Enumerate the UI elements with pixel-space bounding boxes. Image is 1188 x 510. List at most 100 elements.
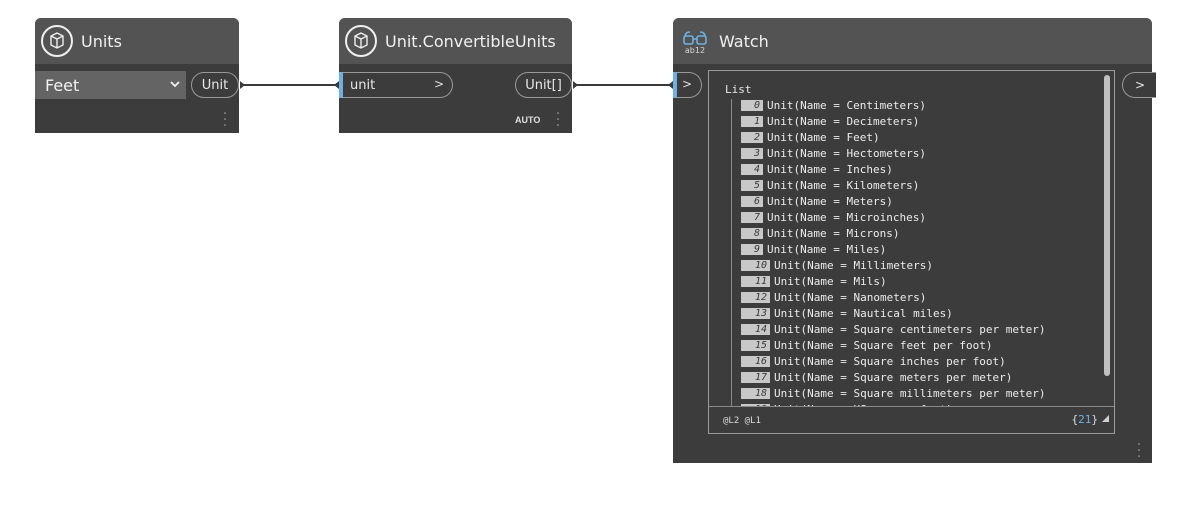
watch-footer: @L2 @L1 {21} xyxy=(709,406,1114,433)
list-item-value: Unit(Name = Square centimeters per meter… xyxy=(774,322,1046,336)
node-title: Watch xyxy=(719,31,769,51)
list-item-value: Unit(Name = Hectometers) xyxy=(767,146,926,160)
port-accent xyxy=(339,72,343,98)
units-node[interactable]: Units Feet Unit · · · xyxy=(35,18,239,133)
list-item-value: Unit(Name = Decimeters) xyxy=(767,114,920,128)
list-item-index: 13 xyxy=(741,307,770,319)
list-item-value: Unit(Name = Nautical miles) xyxy=(774,306,953,320)
list-item-value: Unit(Name = Feet) xyxy=(767,130,880,144)
list-item-value: Unit(Name = Centimeters) xyxy=(767,98,926,112)
list-item-index: 6 xyxy=(741,195,763,207)
list-item-value: Unit(Name = Mils) xyxy=(774,274,887,288)
list-guide-line xyxy=(731,99,732,406)
list-item[interactable]: 0 Unit(Name = Centimeters) xyxy=(741,97,1046,113)
list-item[interactable]: 9 Unit(Name = Miles) xyxy=(741,241,1046,257)
lacing-label[interactable]: AUTO xyxy=(515,115,540,125)
output-port-unit[interactable]: Unit xyxy=(191,72,239,98)
list-item-value: Unit(Name = Microinches) xyxy=(767,210,926,224)
input-port-watch[interactable]: > xyxy=(673,72,702,98)
list-item[interactable]: 1 Unit(Name = Decimeters) xyxy=(741,113,1046,129)
port-arrow: > xyxy=(681,77,692,91)
unit-dropdown[interactable]: Feet xyxy=(35,71,186,99)
list-item[interactable]: 8 Unit(Name = Microns) xyxy=(741,225,1046,241)
list-item-index: 7 xyxy=(741,211,763,223)
list-item-index: 10 xyxy=(741,259,770,271)
list-item-value: Unit(Name = Square inches per foot) xyxy=(774,354,1006,368)
watch-glasses-icon: ab12 xyxy=(678,24,712,58)
list-item-index: 12 xyxy=(741,291,770,303)
vertical-ellipsis-icon[interactable]: · · · xyxy=(222,107,228,133)
watch-node-header[interactable]: ab12 Watch xyxy=(673,18,1152,64)
list-item-index: 5 xyxy=(741,179,763,191)
list-item-index: 1 xyxy=(741,115,763,127)
chevron-down-icon xyxy=(170,81,180,88)
output-port-unit-list[interactable]: Unit[] xyxy=(515,72,572,98)
node-cube-icon xyxy=(344,24,378,58)
list-item-index: 0 xyxy=(741,99,763,111)
dropdown-value: Feet xyxy=(45,75,80,95)
watch-node[interactable]: ab12 Watch > > List 0 Unit(Name = Centime… xyxy=(673,18,1156,464)
list-item[interactable]: 3 Unit(Name = Hectometers) xyxy=(741,145,1046,161)
node-title: Unit.ConvertibleUnits xyxy=(385,31,556,51)
list-item-value: Unit(Name = Square feet per foot) xyxy=(774,338,993,352)
units-node-header[interactable]: Units xyxy=(35,18,239,64)
list-item[interactable]: 13 Unit(Name = Nautical miles) xyxy=(741,305,1046,321)
port-label: Unit xyxy=(201,77,229,93)
vertical-ellipsis-icon[interactable]: · · · xyxy=(555,107,561,133)
list-levels[interactable]: @L2 @L1 xyxy=(723,416,761,426)
port-arrow: > xyxy=(1135,78,1146,92)
list-item[interactable]: 17 Unit(Name = Square meters per meter) xyxy=(741,369,1046,385)
list-item[interactable]: 12 Unit(Name = Nanometers) xyxy=(741,289,1046,305)
list-item-value: Unit(Name = Microns) xyxy=(767,226,900,240)
list-item-index: 9 xyxy=(741,243,763,255)
list-item[interactable]: 11 Unit(Name = Mils) xyxy=(741,273,1046,289)
convertible-units-node[interactable]: Unit.ConvertibleUnits unit > Unit[] AUTO… xyxy=(339,18,572,133)
list-item-value: Unit(Name = Inches) xyxy=(767,162,893,176)
list-item[interactable]: 14 Unit(Name = Square centimeters per met… xyxy=(741,321,1046,337)
watch-icon-text: ab12 xyxy=(685,46,705,55)
item-count: {21} xyxy=(1072,413,1099,426)
resize-grip-icon[interactable] xyxy=(1102,415,1109,422)
watch-list[interactable]: List 0 Unit(Name = Centimeters) 1 Unit(Name… xyxy=(709,71,1114,406)
vertical-ellipsis-icon[interactable]: · · · xyxy=(1136,438,1142,464)
watch-preview-panel[interactable]: List 0 Unit(Name = Centimeters) 1 Unit(Name… xyxy=(708,70,1115,434)
list-item-index: 4 xyxy=(741,163,763,175)
wire-start-cap xyxy=(240,81,245,89)
list-items: 0 Unit(Name = Centimeters) 1 Unit(Name = De… xyxy=(741,97,1046,406)
output-port-watch[interactable]: > xyxy=(1122,72,1156,98)
input-port-unit[interactable]: unit > xyxy=(339,72,453,98)
convertible-node-header[interactable]: Unit.ConvertibleUnits xyxy=(339,18,572,64)
list-item-index: 18 xyxy=(741,387,770,399)
list-item-index: 2 xyxy=(741,131,763,143)
list-item[interactable]: 7 Unit(Name = Microinches) xyxy=(741,209,1046,225)
list-item[interactable]: 16 Unit(Name = Square inches per foot) xyxy=(741,353,1046,369)
list-title: List xyxy=(725,83,752,96)
count-brace: } xyxy=(1091,413,1098,426)
list-item[interactable]: 18 Unit(Name = Square millimeters per met… xyxy=(741,385,1046,401)
list-item-index: 17 xyxy=(741,371,770,383)
wire-start-cap xyxy=(573,81,578,89)
list-item-index: 14 xyxy=(741,323,770,335)
node-cube-icon xyxy=(40,24,74,58)
node-title: Units xyxy=(81,31,122,51)
list-item-value: Unit(Name = Millimeters) xyxy=(774,258,933,272)
list-item-value: Unit(Name = Nanometers) xyxy=(774,290,927,304)
port-label: unit xyxy=(350,77,376,93)
port-arrow: > xyxy=(433,77,444,91)
list-item[interactable]: 6 Unit(Name = Meters) xyxy=(741,193,1046,209)
list-item-index: 8 xyxy=(741,227,763,239)
list-item[interactable]: 10 Unit(Name = Millimeters) xyxy=(741,257,1046,273)
list-item-index: 16 xyxy=(741,355,770,367)
port-accent xyxy=(673,72,677,98)
list-item-index: 15 xyxy=(741,339,770,351)
list-item[interactable]: 4 Unit(Name = Inches) xyxy=(741,161,1046,177)
vertical-scrollbar[interactable] xyxy=(1104,75,1110,376)
list-item[interactable]: 2 Unit(Name = Feet) xyxy=(741,129,1046,145)
list-item-index: 11 xyxy=(741,275,770,287)
list-item-value: Unit(Name = Square meters per meter) xyxy=(774,370,1013,384)
list-item-value: Unit(Name = Miles) xyxy=(767,242,887,256)
list-item[interactable]: 15 Unit(Name = Square feet per foot) xyxy=(741,337,1046,353)
list-item[interactable]: 5 Unit(Name = Kilometers) xyxy=(741,177,1046,193)
port-label: Unit[] xyxy=(525,77,562,93)
list-item-value: Unit(Name = Meters) xyxy=(767,194,893,208)
